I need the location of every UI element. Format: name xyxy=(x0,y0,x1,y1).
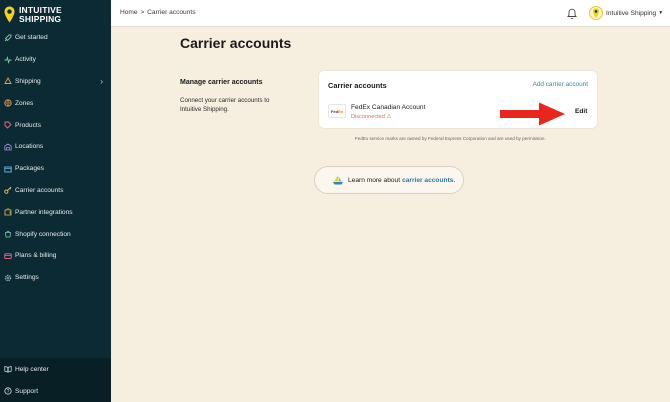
app-logo[interactable]: INTUITIVE SHIPPING xyxy=(4,4,62,26)
breadcrumb-separator: > xyxy=(140,9,145,16)
sidebar-item-label: Locations xyxy=(15,143,44,151)
edit-button[interactable]: Edit xyxy=(575,108,587,115)
annotation-arrow-icon xyxy=(500,102,565,126)
sidebar-item-shipping[interactable]: Shipping › xyxy=(0,71,111,93)
page-title: Carrier accounts xyxy=(180,35,292,51)
tag-icon xyxy=(4,121,12,129)
package-icon xyxy=(4,165,12,173)
sidebar-item-label: Activity xyxy=(15,56,36,64)
billing-icon xyxy=(4,252,12,260)
sidebar-item-label: Shopify connection xyxy=(15,230,71,238)
sidebar-item-label: Plans & billing xyxy=(15,252,57,260)
section-description: Connect your carrier accounts to Intuiti… xyxy=(180,97,270,113)
status-badge: Disconnected ⚠ xyxy=(351,114,392,120)
sidebar-item-shopify-connection[interactable]: Shopify connection xyxy=(0,223,111,245)
sidebar-item-get-started[interactable]: Get started xyxy=(0,27,111,49)
breadcrumb-current: Carrier accounts xyxy=(147,9,196,16)
top-header: Home > Carrier accounts Intuitive Shippi… xyxy=(111,0,670,27)
sidebar-item-carrier-accounts[interactable]: Carrier accounts xyxy=(0,180,111,202)
learn-more-button[interactable]: Learn more about carrier accounts. xyxy=(314,166,464,194)
puzzle-icon xyxy=(4,208,12,216)
add-carrier-account-link[interactable]: Add carrier account xyxy=(533,81,588,88)
location-pin-icon xyxy=(4,6,15,23)
sidebar-item-packages[interactable]: Packages xyxy=(0,158,111,180)
shopify-icon xyxy=(4,230,12,238)
gear-icon xyxy=(4,274,12,282)
sidebar-item-label: Carrier accounts xyxy=(15,186,64,194)
card-title: Carrier accounts xyxy=(328,81,387,90)
sidebar-nav: Get started Activity Shipping › Zones Pr… xyxy=(0,27,111,289)
breadcrumb-home-link[interactable]: Home xyxy=(120,9,138,16)
sidebar-item-label: Shipping xyxy=(15,77,41,85)
sidebar-item-help-center[interactable]: Help center xyxy=(0,358,111,380)
sidebar-item-settings[interactable]: Settings xyxy=(0,267,111,289)
user-menu[interactable]: Intuitive Shipping ▼ xyxy=(589,5,663,21)
sidebar-footer: Help center ? Support xyxy=(0,358,111,402)
svg-text:?: ? xyxy=(7,389,10,395)
sidebar: INTUITIVE SHIPPING Get started Activity … xyxy=(0,0,111,402)
user-name: Intuitive Shipping xyxy=(606,9,657,17)
bell-icon[interactable] xyxy=(566,7,578,20)
trademark-notice: FedEx service marks are owned by Federal… xyxy=(355,136,546,141)
section-title: Manage carrier accounts xyxy=(180,79,263,86)
sidebar-item-plans-billing[interactable]: Plans & billing xyxy=(0,245,111,267)
sidebar-item-label: Products xyxy=(15,121,42,129)
fedex-logo: Fed Ex xyxy=(328,104,346,118)
rocket-icon xyxy=(4,34,12,42)
learn-more-link[interactable]: carrier accounts. xyxy=(402,177,455,184)
activity-icon xyxy=(4,55,12,64)
book-icon xyxy=(4,365,12,373)
app-name: INTUITIVE SHIPPING xyxy=(19,5,62,24)
sidebar-item-label: Support xyxy=(15,387,39,395)
caret-down-icon: ▼ xyxy=(658,10,664,16)
breadcrumb: Home > Carrier accounts xyxy=(120,9,197,16)
account-name: FedEx Canadian Account xyxy=(351,104,426,111)
sidebar-item-label: Partner integrations xyxy=(15,208,73,216)
sidebar-item-label: Packages xyxy=(15,165,44,173)
chevron-right-icon: › xyxy=(100,76,103,86)
sidebar-item-label: Settings xyxy=(15,274,39,282)
sidebar-item-products[interactable]: Products xyxy=(0,114,111,136)
key-icon xyxy=(4,186,12,195)
sidebar-item-support[interactable]: ? Support xyxy=(0,380,111,402)
help-icon: ? xyxy=(4,387,12,395)
warehouse-icon xyxy=(4,143,12,151)
sailboat-icon xyxy=(332,174,344,186)
avatar xyxy=(589,6,603,20)
globe-icon xyxy=(4,99,12,107)
shipping-icon xyxy=(4,77,12,85)
sidebar-item-label: Get started xyxy=(15,34,48,42)
sidebar-item-zones[interactable]: Zones xyxy=(0,92,111,114)
sidebar-item-locations[interactable]: Locations xyxy=(0,136,111,158)
sidebar-item-label: Zones xyxy=(15,99,34,107)
location-pin-icon xyxy=(592,7,600,18)
sidebar-item-partner-integrations[interactable]: Partner integrations xyxy=(0,201,111,223)
sidebar-item-activity[interactable]: Activity xyxy=(0,49,111,71)
sidebar-item-label: Help center xyxy=(15,365,49,373)
learn-more-prefix: Learn more about xyxy=(348,176,401,184)
